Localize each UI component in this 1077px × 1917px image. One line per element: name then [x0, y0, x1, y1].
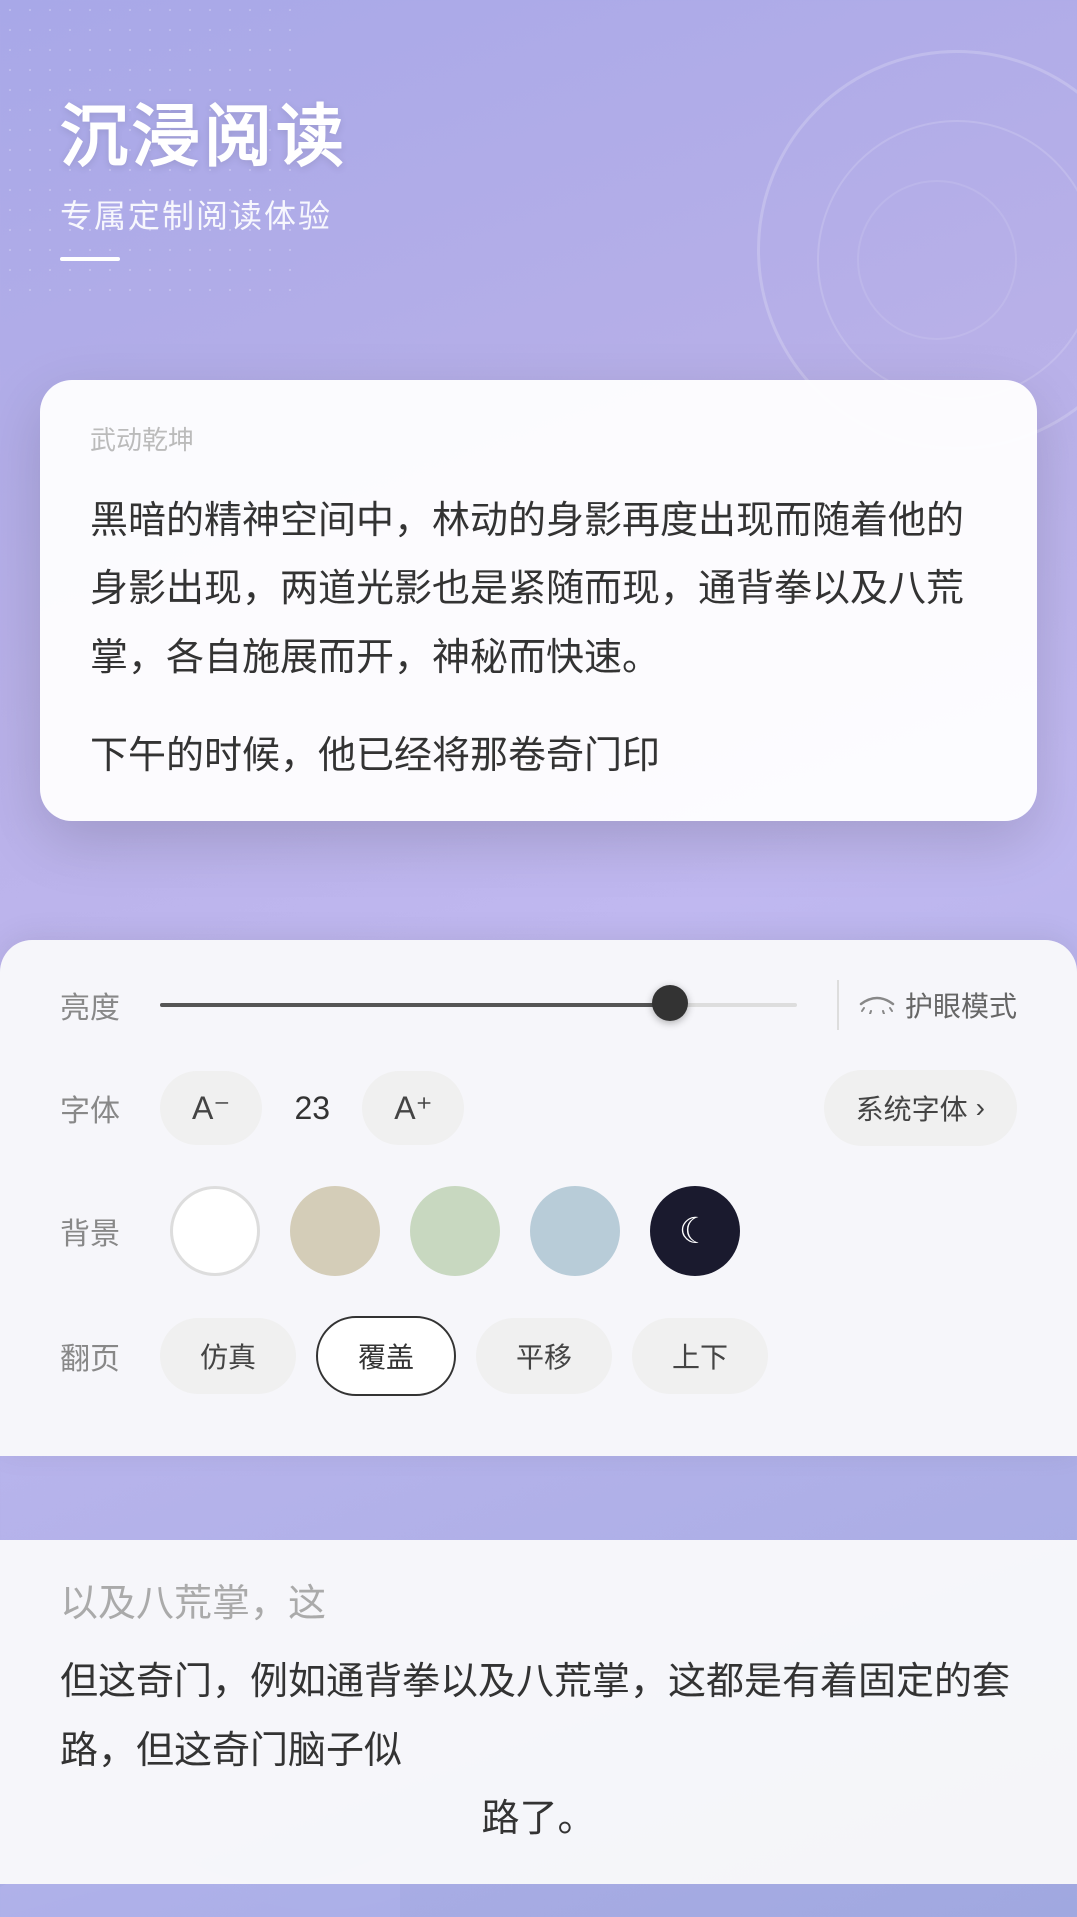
page-option-cover[interactable]: 覆盖 [316, 1316, 456, 1396]
bg-option-blue[interactable] [530, 1186, 620, 1276]
page-option-simulated[interactable]: 仿真 [160, 1318, 296, 1394]
bottom-text-blurred: 以及八荒掌，这 [60, 1570, 1017, 1638]
page-title: 沉浸阅读 [60, 100, 348, 175]
page-subtitle: 专属定制阅读体验 [60, 191, 348, 237]
bg-option-dark[interactable] [650, 1186, 740, 1276]
bottom-reading-text-1: 但这奇门，例如通背拳以及八荒掌，这都是有着固定的套路，但这奇门脑子似 [60, 1648, 1017, 1785]
page-label: 翻页 [60, 1334, 140, 1378]
eye-protection-toggle[interactable]: 护眼模式 [859, 985, 1017, 1025]
reading-text-paragraph2: 下午的时候，他已经将那卷奇门印 [90, 722, 987, 790]
settings-panel: 亮度 护眼模式 字体 A⁻ 23 A⁺ [0, 940, 1077, 1456]
brightness-slider-thumb[interactable] [652, 985, 688, 1021]
brightness-slider-container[interactable] [160, 1001, 797, 1009]
font-family-label: 系统字体 [856, 1088, 968, 1128]
eye-protection-label: 护眼模式 [905, 985, 1017, 1025]
page-option-slide[interactable]: 平移 [476, 1318, 612, 1394]
slider-fill [160, 1003, 670, 1007]
brightness-row: 亮度 护眼模式 [60, 980, 1017, 1030]
background-label: 背景 [60, 1209, 140, 1253]
bottom-reading-area: 以及八荒掌，这 但这奇门，例如通背拳以及八荒掌，这都是有着固定的套路，但这奇门脑… [0, 1540, 1077, 1884]
chevron-right-icon: › [976, 1092, 985, 1124]
font-decrease-button[interactable]: A⁻ [160, 1071, 262, 1145]
bottom-reading-text-2: 路了。 [60, 1785, 1017, 1853]
page-option-updown[interactable]: 上下 [632, 1318, 768, 1394]
brightness-label: 亮度 [60, 983, 140, 1027]
bg-option-beige[interactable] [290, 1186, 380, 1276]
header-section: 沉浸阅读 专属定制阅读体验 [60, 100, 348, 261]
font-family-button[interactable]: 系统字体 › [824, 1070, 1017, 1146]
page-turn-row: 翻页 仿真 覆盖 平移 上下 [60, 1316, 1017, 1396]
font-label: 字体 [60, 1086, 140, 1130]
background-row: 背景 [60, 1186, 1017, 1276]
reading-text-paragraph1: 黑暗的精神空间中，林动的身影再度出现而随着他的身影出现，两道光影也是紧随而现，通… [90, 487, 987, 692]
font-row: 字体 A⁻ 23 A⁺ 系统字体 › [60, 1070, 1017, 1146]
slider-track [160, 1003, 797, 1007]
header-divider [60, 257, 120, 261]
font-size-display: 23 [282, 1090, 342, 1127]
font-increase-button[interactable]: A⁺ [362, 1071, 464, 1145]
bg-option-green[interactable] [410, 1186, 500, 1276]
divider [837, 980, 839, 1030]
reading-card: 武动乾坤 黑暗的精神空间中，林动的身影再度出现而随着他的身影出现，两道光影也是紧… [40, 380, 1037, 821]
eye-icon [859, 989, 895, 1021]
bg-decoration-circle-3 [857, 180, 1017, 340]
book-title: 武动乾坤 [90, 420, 987, 457]
bg-option-white[interactable] [170, 1186, 260, 1276]
